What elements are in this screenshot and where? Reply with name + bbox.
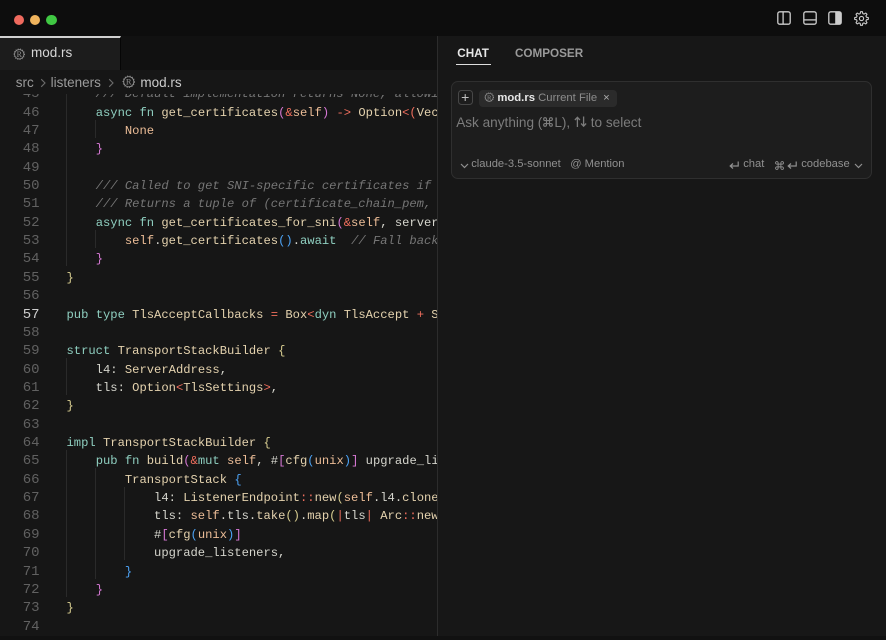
svg-text:R: R [17,49,23,58]
svg-text:R: R [126,76,132,86]
svg-text:R: R [487,94,492,101]
